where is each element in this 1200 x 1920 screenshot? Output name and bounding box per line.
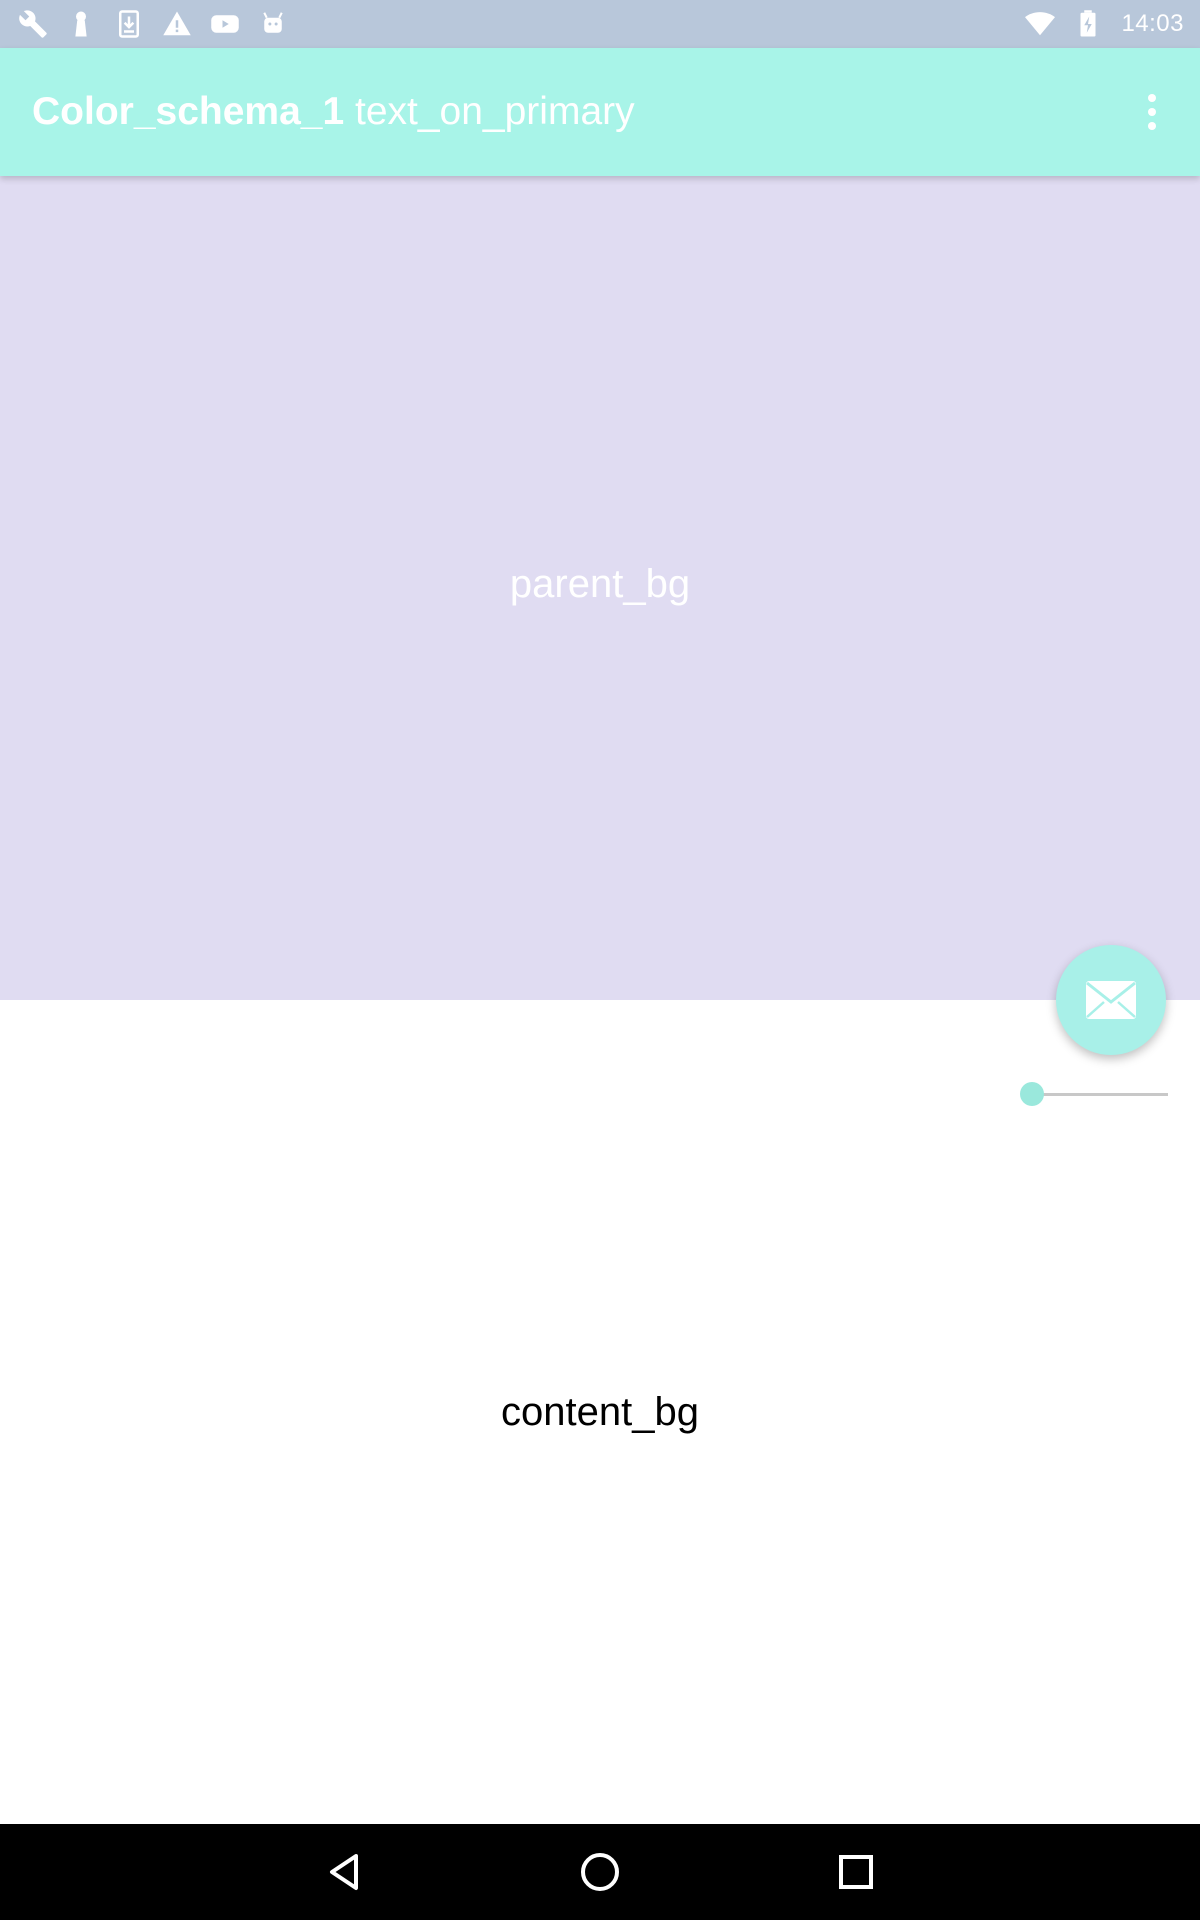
seek-slider[interactable] — [1020, 1078, 1168, 1110]
content-bg-label: content_bg — [501, 1390, 699, 1434]
more-vert-icon[interactable] — [1120, 80, 1184, 144]
clock: 14:03 — [1121, 10, 1184, 37]
parent-bg-label: parent_bg — [509, 561, 691, 606]
mail-icon — [1086, 981, 1136, 1019]
mail-fab-button[interactable] — [1056, 945, 1166, 1055]
screen: 14:03 Color_schema_1 text_on_primary par… — [0, 0, 1200, 1920]
recents-icon[interactable] — [828, 1844, 884, 1900]
app-title-primary: Color_schema_1 — [32, 90, 345, 133]
slider-track — [1032, 1093, 1168, 1096]
download-icon — [114, 9, 144, 39]
wifi-icon — [1025, 9, 1056, 39]
app-bar: Color_schema_1 text_on_primary — [0, 48, 1200, 176]
keyhole-icon — [66, 9, 96, 39]
notification-icons — [18, 9, 288, 39]
system-icons: 14:03 — [1025, 9, 1184, 39]
youtube-icon — [210, 9, 240, 39]
navigation-bar — [0, 1824, 1200, 1920]
slider-thumb[interactable] — [1020, 1082, 1044, 1106]
back-icon[interactable] — [316, 1844, 372, 1900]
app-title: Color_schema_1 text_on_primary — [32, 48, 635, 176]
warning-icon — [162, 9, 192, 39]
content-bg-panel: content_bg — [0, 1000, 1200, 1824]
parent-bg-panel: parent_bg — [0, 176, 1200, 1000]
status-bar: 14:03 — [0, 0, 1200, 48]
wrench-icon — [18, 9, 48, 39]
home-icon[interactable] — [572, 1844, 628, 1900]
battery-charging-icon — [1073, 9, 1103, 39]
android-icon — [258, 9, 288, 39]
app-title-secondary: text_on_primary — [355, 90, 635, 133]
